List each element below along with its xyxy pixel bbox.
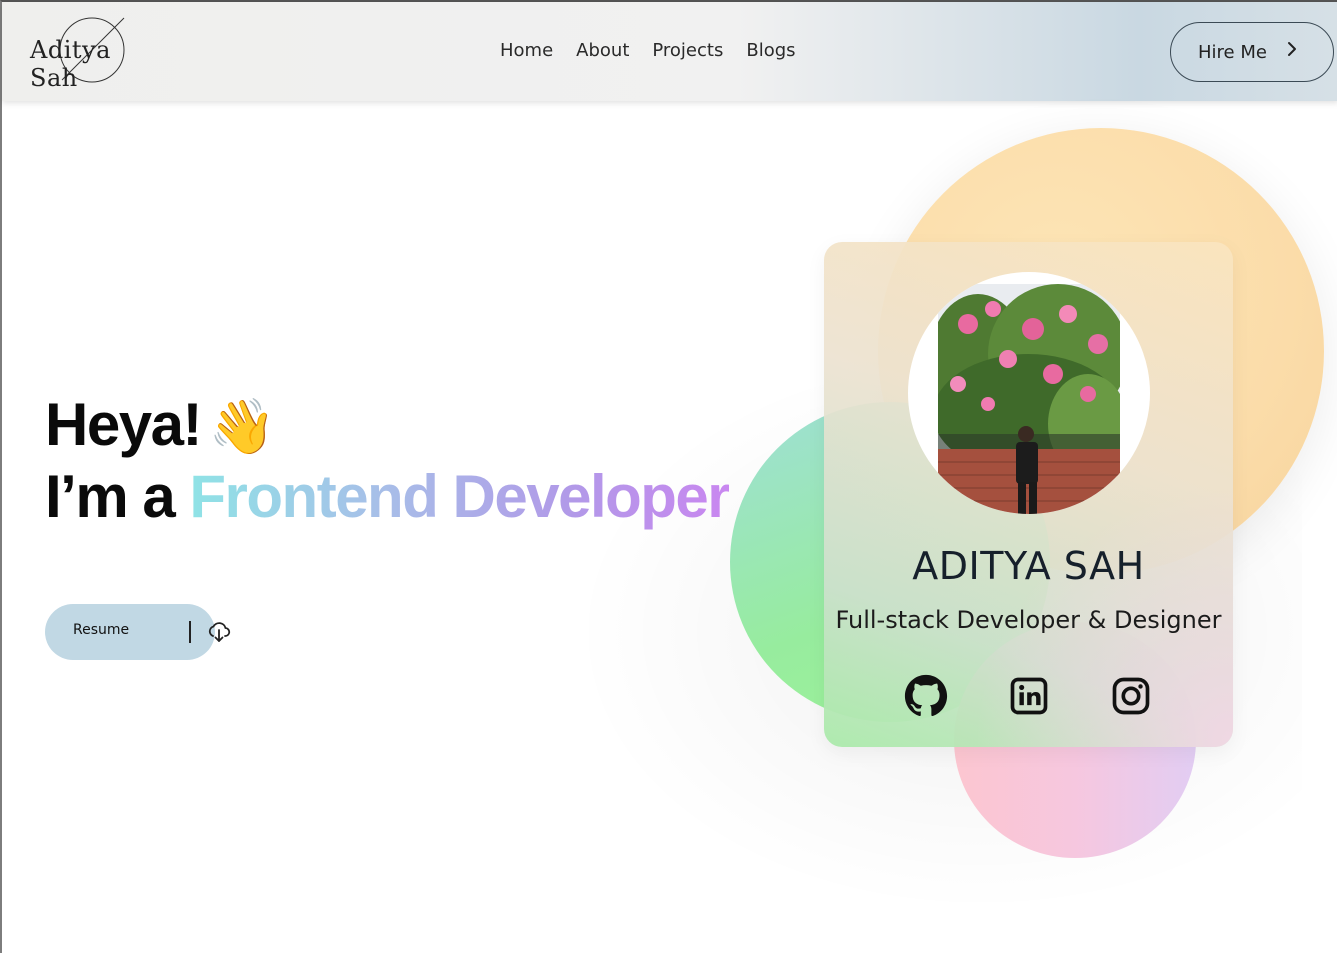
hero-line-2: I’m a Frontend Developer: [45, 462, 731, 532]
resume-divider: [189, 621, 191, 643]
nav-links: Home About Projects Blogs: [500, 40, 796, 61]
nav-link-home[interactable]: Home: [500, 40, 553, 61]
profile-name: ADITYA SAH: [912, 544, 1145, 588]
hire-me-label: Hire Me: [1198, 41, 1267, 63]
nav-link-blogs[interactable]: Blogs: [746, 40, 795, 61]
github-icon[interactable]: [904, 674, 948, 718]
profile-card: ADITYA SAH Full-stack Developer & Design…: [824, 242, 1233, 747]
avatar: [908, 272, 1150, 514]
cloud-download-icon: [207, 621, 231, 648]
hero-heading: Heya! 👋 I’m a Frontend Developer: [45, 390, 731, 532]
hero-line-1: Heya! 👋: [45, 390, 729, 462]
resume-button[interactable]: Resume: [45, 604, 231, 660]
hire-me-button[interactable]: Hire Me: [1170, 22, 1334, 82]
logo-text: Aditya Sah: [30, 36, 111, 92]
nav-link-projects[interactable]: Projects: [652, 40, 723, 61]
role-highlight: Frontend Developer: [189, 463, 730, 530]
profile-role: Full-stack Developer & Designer: [835, 606, 1222, 634]
nav-link-about[interactable]: About: [576, 40, 629, 61]
navbar: Aditya Sah Home About Projects Blogs Hir…: [2, 2, 1337, 101]
resume-label: Resume: [73, 622, 130, 638]
chevron-right-icon: [1287, 41, 1297, 62]
logo[interactable]: Aditya Sah: [30, 16, 160, 92]
waving-hand-icon: 👋: [208, 397, 277, 457]
intro-prefix: I’m a: [45, 463, 176, 530]
instagram-icon[interactable]: [1109, 674, 1153, 718]
greeting-text: Heya!: [45, 391, 202, 458]
profile-photo: [938, 284, 1120, 514]
linkedin-icon[interactable]: [1007, 674, 1051, 718]
